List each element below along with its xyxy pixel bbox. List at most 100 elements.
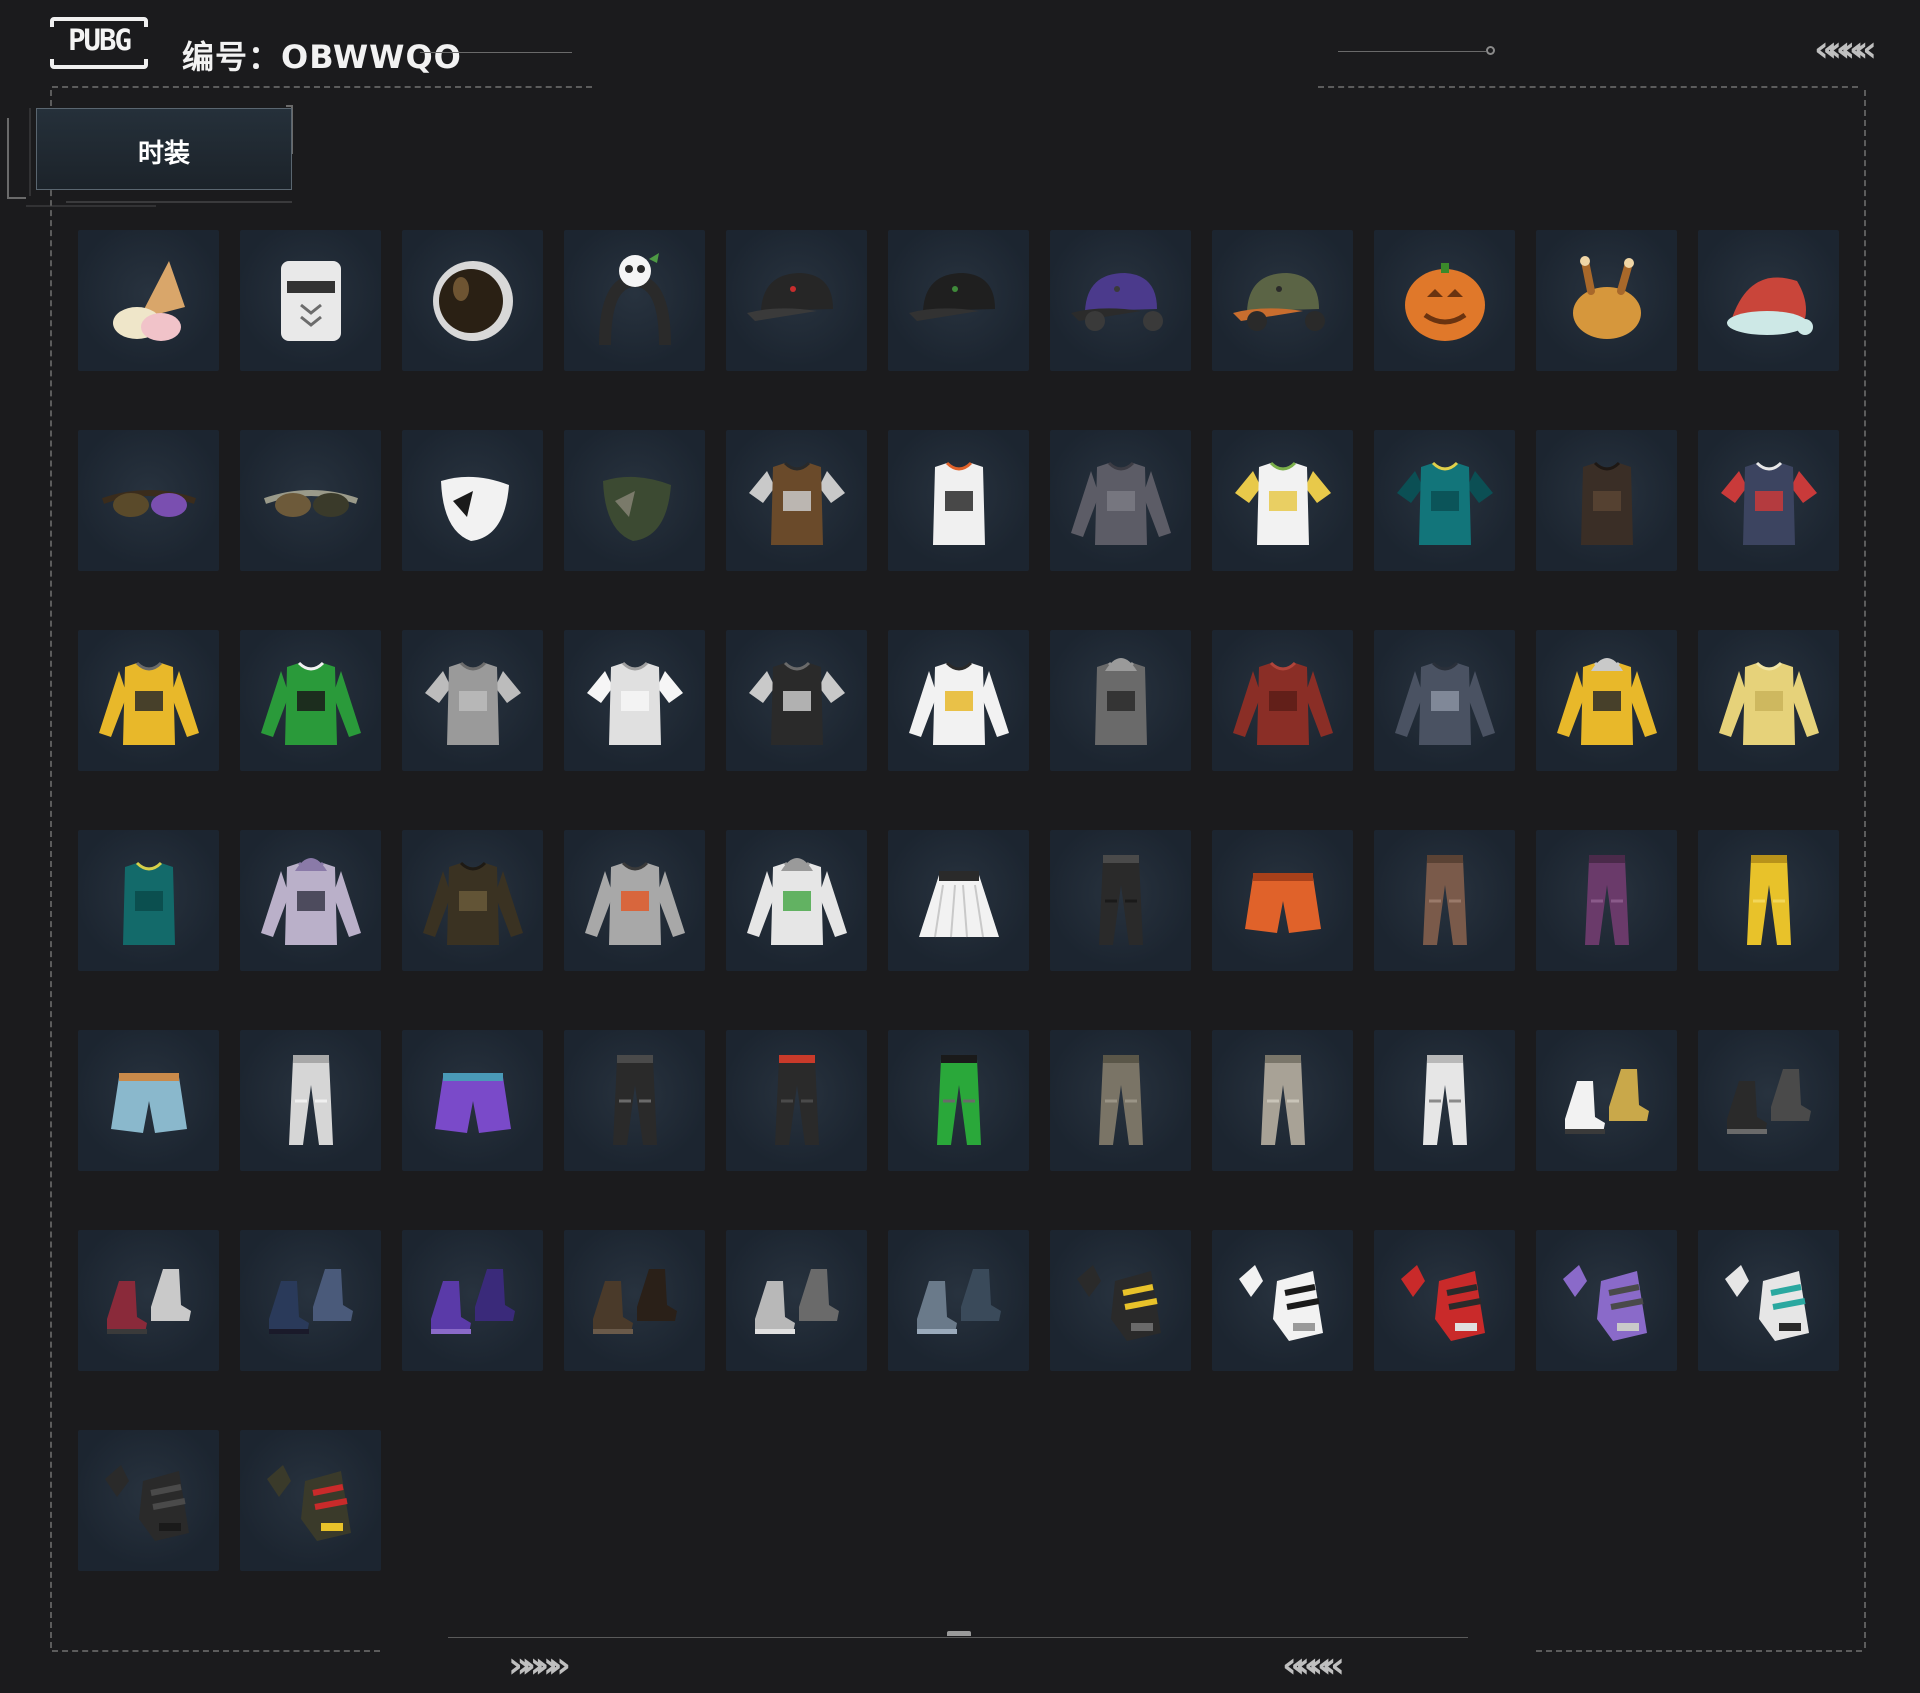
item-slot[interactable]	[1536, 830, 1677, 971]
item-slot[interactable]	[726, 430, 867, 571]
item-slot[interactable]	[402, 1230, 543, 1371]
item-slot[interactable]	[1050, 430, 1191, 571]
pubg-striped-jersey-icon	[98, 661, 199, 745]
beige-pants-icon	[1260, 1054, 1305, 1145]
brown-pants-icon	[1422, 854, 1467, 945]
teal-puffer-vest-icon	[122, 861, 175, 945]
item-slot[interactable]	[402, 830, 543, 971]
item-slot[interactable]	[1212, 830, 1353, 971]
header-line-left	[420, 52, 572, 53]
yellow-joggers-icon	[1746, 854, 1791, 945]
green-racing-pants-icon	[936, 1054, 981, 1145]
white-pleated-skirt-icon	[918, 870, 999, 937]
item-slot[interactable]	[240, 830, 381, 971]
white-sneakers-icon	[1564, 1068, 1649, 1134]
yellow-white-jacket-icon	[908, 661, 1009, 745]
item-slot[interactable]	[240, 630, 381, 771]
item-slot[interactable]	[78, 430, 219, 571]
item-slot[interactable]	[726, 630, 867, 771]
navy-boots-icon	[268, 1268, 353, 1334]
item-slot[interactable]	[78, 830, 219, 971]
olive-cap-headset-icon	[1232, 272, 1325, 331]
item-slot[interactable]	[726, 830, 867, 971]
item-slot[interactable]	[240, 1430, 381, 1571]
item-slot[interactable]	[1050, 830, 1191, 971]
item-slot[interactable]	[1374, 830, 1515, 971]
item-slot[interactable]	[1212, 1230, 1353, 1371]
denim-shorts-icon	[110, 1072, 187, 1133]
black-cap-green-icon	[908, 272, 995, 321]
item-slot[interactable]	[78, 630, 219, 771]
item-slot[interactable]	[1212, 630, 1353, 771]
item-slot[interactable]	[240, 230, 381, 371]
brown-work-boots-icon	[592, 1268, 677, 1334]
item-slot[interactable]	[1374, 1030, 1515, 1171]
item-slot[interactable]	[888, 1030, 1029, 1171]
item-slot[interactable]	[564, 1030, 705, 1171]
yellow-fuzzy-sweater-icon	[1718, 661, 1819, 745]
item-slot[interactable]	[240, 1230, 381, 1371]
item-slot[interactable]	[564, 830, 705, 971]
item-slot[interactable]	[1050, 1030, 1191, 1171]
tab-outfits[interactable]: 时装	[36, 108, 292, 190]
purple-pants-icon	[1584, 854, 1629, 945]
item-slot[interactable]	[1374, 230, 1515, 371]
item-slot[interactable]	[402, 230, 543, 371]
item-slot[interactable]	[888, 1230, 1029, 1371]
item-slot[interactable]	[1212, 1030, 1353, 1171]
pubg-logo: PUBG	[50, 17, 148, 69]
pumpkin-head-icon	[1404, 262, 1485, 341]
item-slot[interactable]	[78, 1430, 219, 1571]
item-slot[interactable]	[1698, 230, 1839, 371]
item-slot[interactable]	[78, 1030, 219, 1171]
item-slot[interactable]	[1698, 1230, 1839, 1371]
item-slot[interactable]	[1698, 830, 1839, 971]
item-slot[interactable]	[1050, 230, 1191, 371]
item-slot[interactable]	[726, 1230, 867, 1371]
item-slot[interactable]	[1536, 1030, 1677, 1171]
item-slot[interactable]	[240, 430, 381, 571]
item-slot[interactable]	[1212, 230, 1353, 371]
item-slot[interactable]	[726, 1030, 867, 1171]
item-slot[interactable]	[564, 630, 705, 771]
item-slot[interactable]	[888, 830, 1029, 971]
white-boots-pants-icon	[1422, 1054, 1467, 1145]
item-slot[interactable]	[402, 630, 543, 771]
black-tactical-pants-icon	[774, 1054, 819, 1145]
item-slot[interactable]	[78, 230, 219, 371]
item-slot[interactable]	[1536, 430, 1677, 571]
item-slot[interactable]	[402, 1030, 543, 1171]
panda-headband-icon	[598, 252, 671, 345]
item-slot[interactable]	[1374, 630, 1515, 771]
item-slot[interactable]	[888, 630, 1029, 771]
item-slot[interactable]	[1374, 430, 1515, 571]
item-slot[interactable]	[1536, 630, 1677, 771]
item-slot[interactable]	[564, 430, 705, 571]
item-slot[interactable]	[1212, 430, 1353, 571]
item-slot[interactable]	[1698, 430, 1839, 571]
item-slot[interactable]	[402, 430, 543, 571]
item-slot[interactable]	[564, 230, 705, 371]
item-slot[interactable]	[1698, 1030, 1839, 1171]
hero-logo-gloves-icon	[266, 1464, 351, 1541]
sunglasses-icon	[263, 489, 358, 517]
item-slot[interactable]	[1050, 1230, 1191, 1371]
account-id-label: 编号：OBWWQO	[182, 38, 462, 76]
item-slot[interactable]	[1050, 630, 1191, 771]
item-slot[interactable]	[564, 1230, 705, 1371]
white-helmet-icon	[280, 260, 341, 341]
item-slot[interactable]	[1698, 630, 1839, 771]
item-slot[interactable]	[888, 230, 1029, 371]
item-slot[interactable]	[1536, 1230, 1677, 1371]
item-slot[interactable]	[240, 1030, 381, 1171]
roast-chicken-hat-icon	[1572, 255, 1641, 339]
purple-gradient-shorts-icon	[434, 1072, 511, 1133]
item-slot[interactable]	[726, 230, 867, 371]
item-slot[interactable]	[78, 1230, 219, 1371]
khaki-pants-icon	[1098, 1054, 1143, 1145]
black-fingerless-gloves-icon	[104, 1464, 189, 1541]
item-slot[interactable]	[1374, 1230, 1515, 1371]
item-slot[interactable]	[1536, 230, 1677, 371]
frame-bottom-right-dash	[1536, 1650, 1862, 1652]
item-slot[interactable]	[888, 430, 1029, 571]
